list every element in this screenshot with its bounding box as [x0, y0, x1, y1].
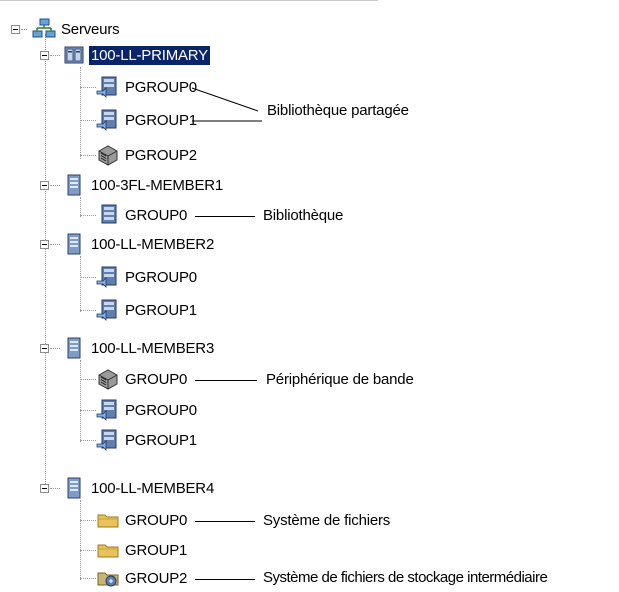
annotation-connectors	[191, 87, 262, 122]
annotation-tape-device: Périphérique de bande	[266, 371, 414, 388]
annotation-staging: Système de fichiers de stockage interméd…	[263, 569, 548, 586]
annotation-line	[195, 380, 257, 381]
annotation-line	[195, 579, 255, 580]
annotation-file-system: Système de fichiers	[263, 512, 391, 529]
annotation-shared-library: Bibliothèque partagée	[267, 102, 409, 119]
annotation-library: Bibliothèque	[263, 207, 344, 224]
annotation-line	[195, 521, 255, 522]
annotation-line	[195, 216, 255, 217]
